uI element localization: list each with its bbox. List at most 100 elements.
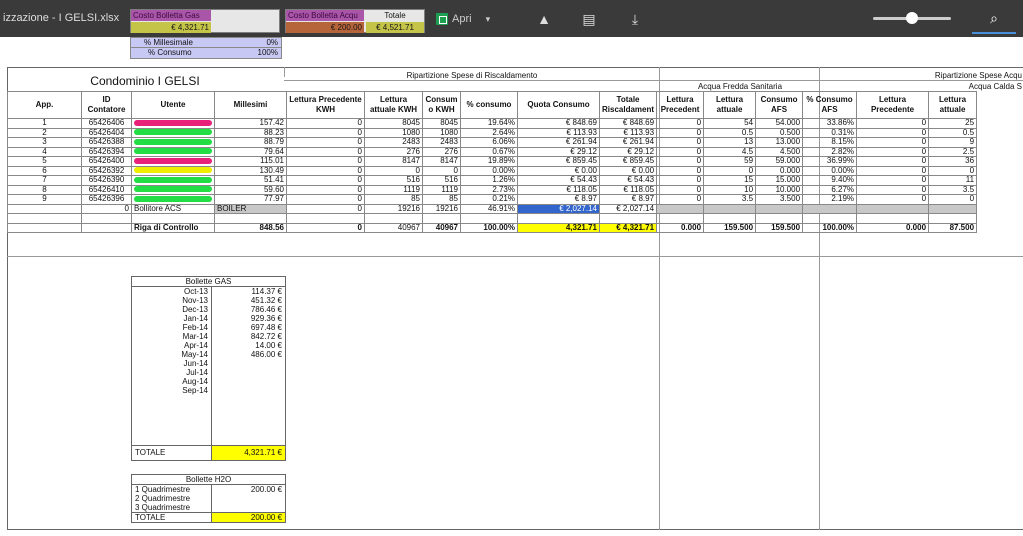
value-cell[interactable]: 46.91% [460,203,518,214]
value-cell[interactable]: 100.00% [460,222,518,233]
value-cell[interactable]: 516 [364,175,423,186]
value-cell[interactable]: 13.000 [755,137,804,148]
month-cell[interactable]: Jan-14 [131,314,212,323]
value-cell[interactable]: 276 [422,146,461,157]
month-cell[interactable]: Jun-14 [131,359,212,368]
empty-cell[interactable] [7,213,82,224]
meter-id-cell[interactable]: 65426396 [81,194,132,205]
empty-cell[interactable] [802,203,858,214]
amount-cell[interactable]: 114.37 € [211,286,286,296]
boiler-tag-cell[interactable]: BOILER [214,203,287,214]
empty-cell[interactable] [856,203,930,214]
value-cell[interactable]: 88.23 [214,127,287,138]
value-cell[interactable]: 13 [703,137,757,148]
value-cell[interactable]: € 8.97 [598,194,658,205]
month-cell[interactable]: Feb-14 [131,323,212,332]
value-cell[interactable]: 0 [928,165,978,176]
app-cell[interactable]: 2 [7,127,82,138]
meter-id-cell[interactable]: 65426394 [81,146,132,157]
app-cell[interactable] [7,222,82,233]
user-cell[interactable] [131,137,215,148]
value-cell[interactable]: 36 [928,156,978,167]
value-cell[interactable]: 0.00% [802,165,858,176]
amount-cell[interactable]: 486.00 € [211,350,286,359]
value-cell[interactable]: 54.000 [755,118,804,129]
month-cell[interactable]: Aug-14 [131,377,212,386]
value-cell[interactable]: 0 [656,175,705,186]
value-cell[interactable]: 1119 [422,184,461,195]
value-cell[interactable]: 11 [928,175,978,186]
user-cell[interactable]: Bollitore ACS [131,203,215,214]
user-cell[interactable] [131,118,215,129]
value-cell[interactable]: 848.56 [214,222,287,233]
empty-cell[interactable] [703,213,757,224]
empty-cell[interactable] [131,395,212,445]
period-cell[interactable]: 2 Quadrimestre [131,494,212,503]
app-cell[interactable] [7,203,82,214]
meter-id-cell[interactable]: 65426410 [81,184,132,195]
value-cell[interactable]: 0 [286,184,365,195]
value-cell[interactable]: 8045 [364,118,423,129]
value-cell[interactable]: 115.01 [214,156,287,167]
value-cell[interactable]: 276 [364,146,423,157]
month-cell[interactable]: Dec-13 [131,305,212,314]
total-value[interactable]: 4,321.71 € [211,444,286,461]
value-cell[interactable]: 0 [286,118,365,129]
value-cell[interactable]: 3.5 [928,184,978,195]
empty-cell[interactable] [703,203,757,214]
value-cell[interactable]: 0 [286,146,365,157]
col-header[interactable]: Consum o KWH [422,91,461,119]
gas-title[interactable]: Bollette GAS [131,276,286,287]
value-cell[interactable]: 0.00% [460,165,518,176]
col-header[interactable]: Lettura attuale KWH [364,91,423,119]
drive-icon[interactable]: ▲ [535,10,553,28]
meter-id-cell[interactable]: 65426388 [81,137,132,148]
value-cell[interactable]: 19216 [422,203,461,214]
value-cell[interactable]: € 261.94 [598,137,658,148]
value-cell[interactable]: 0.000 [856,222,930,233]
month-cell[interactable]: Mar-14 [131,332,212,341]
value-cell[interactable]: 19216 [364,203,423,214]
value-cell[interactable]: 40967 [422,222,461,233]
col-header[interactable]: % Consumo AFS [802,91,858,119]
user-cell[interactable] [131,127,215,138]
empty-cell[interactable] [214,213,287,224]
value-cell[interactable]: 0 [656,184,705,195]
user-cell[interactable] [131,146,215,157]
value-cell[interactable]: 0 [286,175,365,186]
amount-cell[interactable]: 786.46 € [211,305,286,314]
value-cell[interactable]: 0 [286,194,365,205]
print-icon[interactable]: ▤ [580,10,598,28]
empty-cell[interactable] [460,213,518,224]
value-cell[interactable]: 9 [928,137,978,148]
value-cell[interactable]: 77.97 [214,194,287,205]
value-cell[interactable]: 0.000 [656,222,705,233]
value-cell[interactable]: 1080 [422,127,461,138]
value-cell[interactable]: 0.5 [928,127,978,138]
value-cell[interactable]: 2483 [422,137,461,148]
app-cell[interactable]: 8 [7,184,82,195]
value-cell[interactable]: 2.73% [460,184,518,195]
empty-cell[interactable] [211,395,286,445]
total-label[interactable]: TOTALE [131,444,212,461]
value-cell[interactable]: 2.5 [928,146,978,157]
value-cell[interactable]: 100.00% [802,222,858,233]
value-cell[interactable]: 85 [422,194,461,205]
value-cell[interactable]: 0 [656,127,705,138]
app-cell[interactable]: 4 [7,146,82,157]
download-icon[interactable]: ⤓ [626,10,644,28]
empty-cell[interactable] [755,203,804,214]
value-cell[interactable]: 0 [856,127,930,138]
value-cell[interactable]: 87.500 [928,222,978,233]
app-cell[interactable]: 1 [7,118,82,129]
amount-cell[interactable]: 697.48 € [211,323,286,332]
meter-id-cell[interactable]: 65426400 [81,156,132,167]
value-cell[interactable]: 0.500 [755,127,804,138]
value-cell[interactable]: 130.49 [214,165,287,176]
empty-cell[interactable] [802,213,858,224]
value-cell[interactable]: 0 [286,156,365,167]
value-cell[interactable]: 157.42 [214,118,287,129]
value-cell[interactable]: € 859.45 [598,156,658,167]
control-label-cell[interactable]: Riga di Controllo [131,222,215,233]
meter-id-cell[interactable]: 0 [81,203,132,214]
